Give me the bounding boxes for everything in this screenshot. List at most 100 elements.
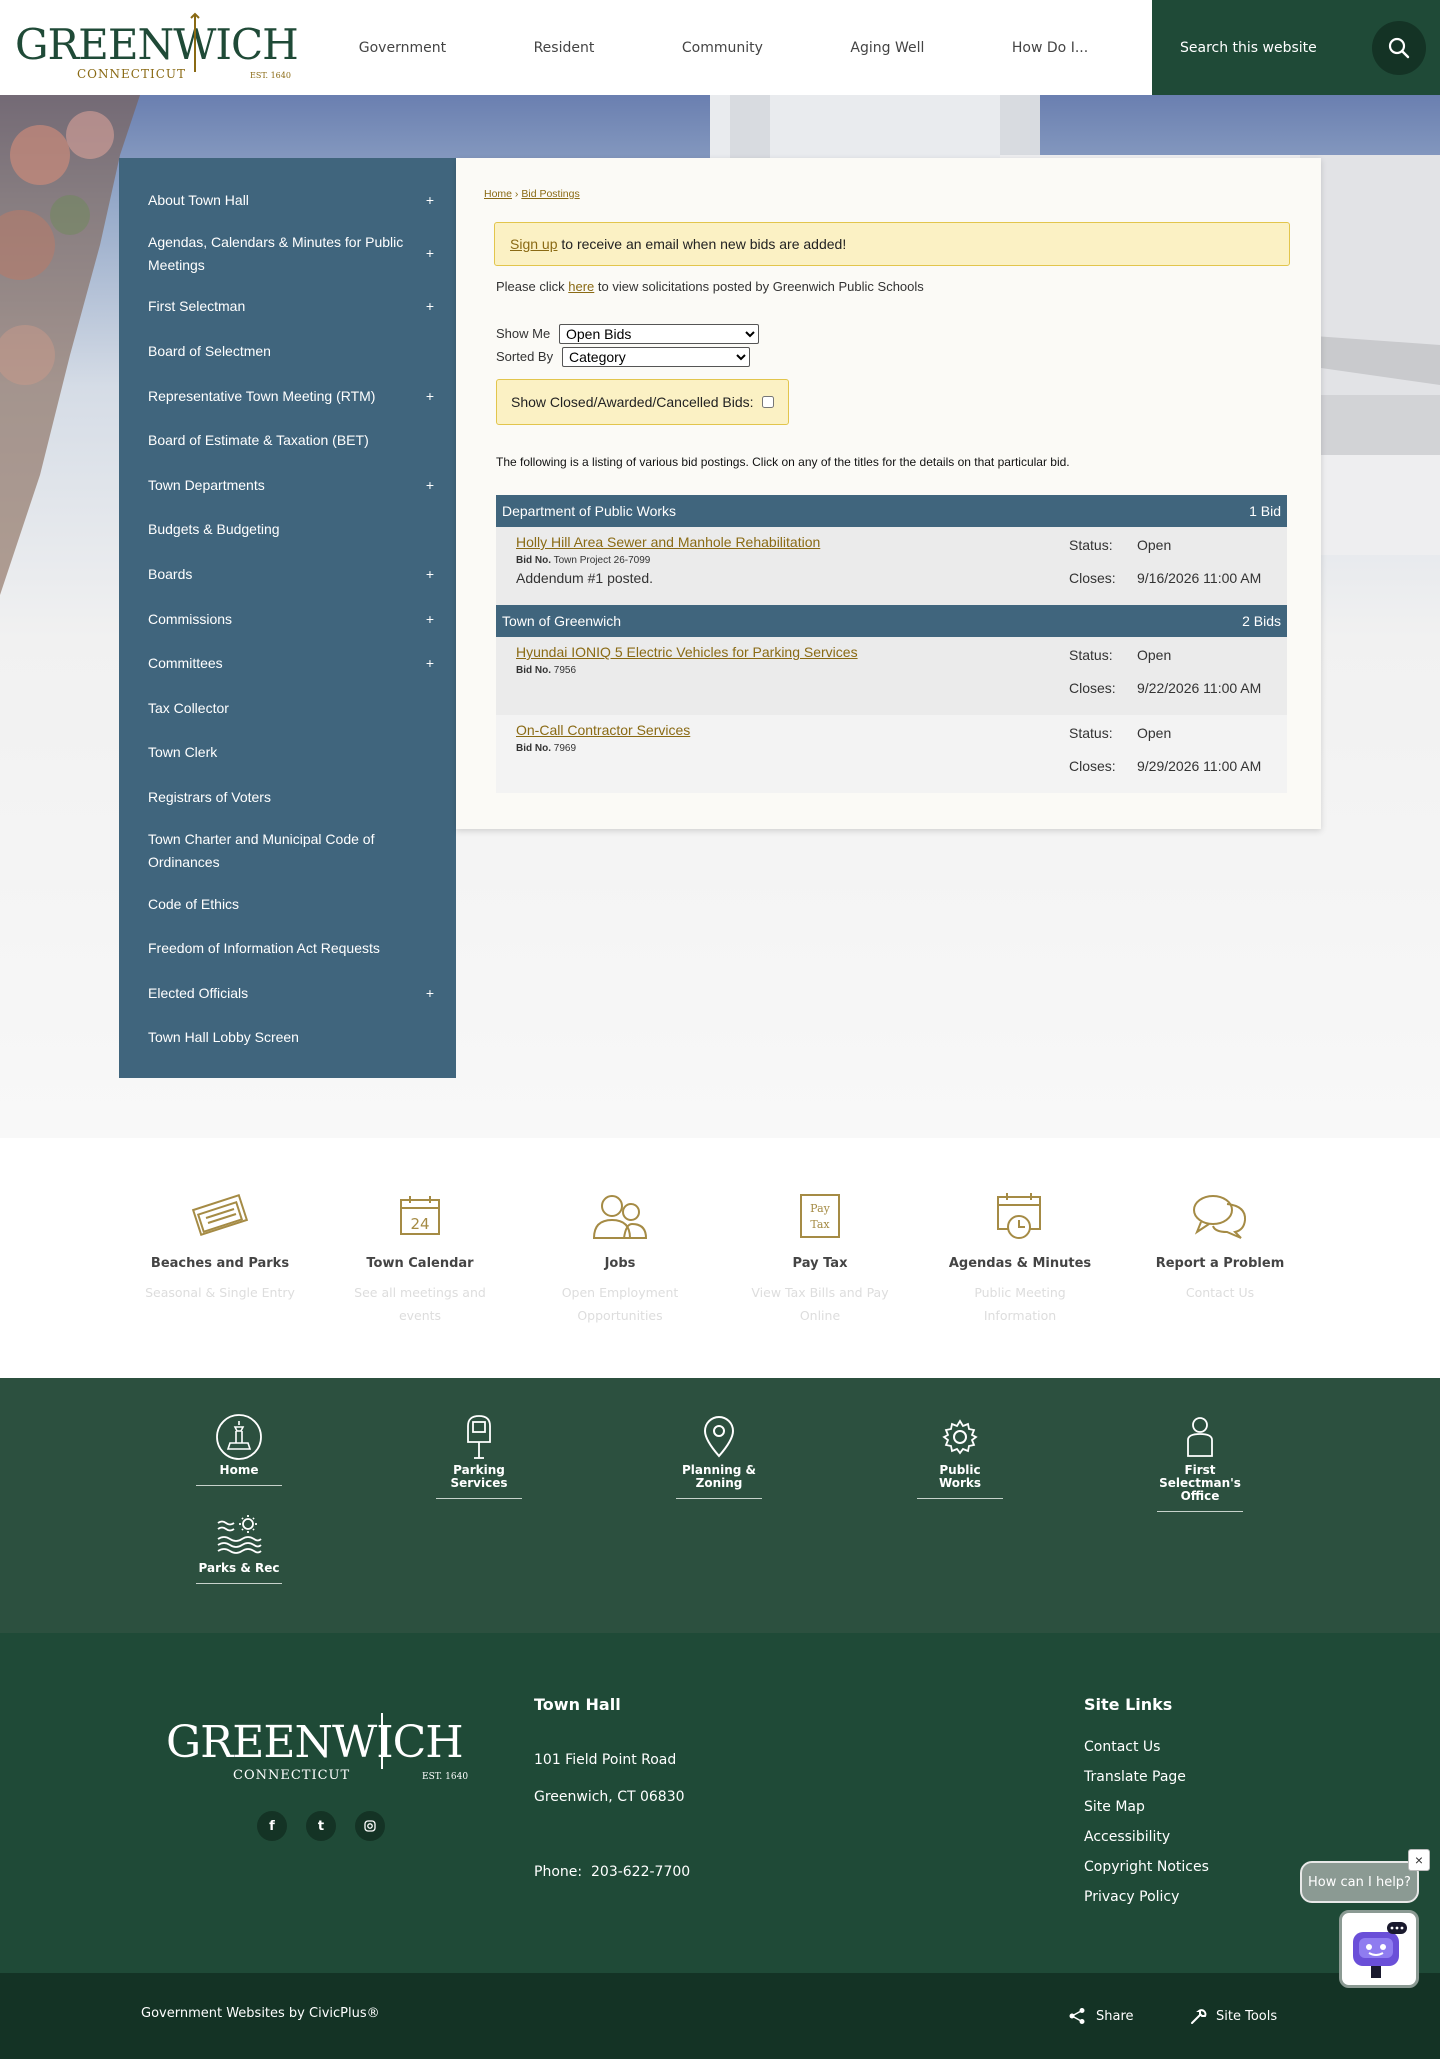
sidebar-item[interactable]: Commissions + [119,597,456,642]
facebook-icon[interactable]: f [257,1811,287,1841]
bid-details: On-Call Contractor Services Bid No. 7969 [516,722,1069,787]
breadcrumb-current[interactable]: Bid Postings [521,188,579,200]
signup-link[interactable]: Sign up [510,236,557,252]
sidebar-item[interactable]: Budgets & Budgeting [119,508,456,553]
footer-link-contact-us[interactable]: Contact Us [1084,1739,1160,1755]
sidebar-item-label: Freedom of Information Act Requests [148,940,380,957]
show-me-label: Show Me [496,326,551,341]
person-icon [1187,1417,1213,1457]
footer-link-accessibility[interactable]: Accessibility [1084,1829,1170,1845]
sorted-by-label: Sorted By [496,349,554,364]
sidebar-item[interactable]: Town Clerk [119,731,456,776]
town-hall-address2: Greenwich, CT 06830 [534,1789,685,1805]
sidebar-item[interactable]: Agendas, Calendars & Minutes for Public … [119,223,456,285]
expand-icon[interactable]: + [418,563,434,586]
status-value: Open [1137,647,1172,663]
expand-icon[interactable]: + [418,295,434,318]
sidebar-item[interactable]: Town Charter and Municipal Code of Ordin… [119,820,456,882]
quick-link-beaches[interactable]: Beaches and Parks Seasonal & Single Entr… [120,1186,320,1378]
expand-icon[interactable]: + [418,385,434,408]
schools-note: Please click here to view solicitations … [496,279,1291,294]
nav-resident[interactable]: Resident [534,40,595,56]
quick-link-report-problem[interactable]: Report a Problem Contact Us [1120,1186,1320,1378]
breadcrumb-separator: › [512,188,522,200]
sidebar-item[interactable]: Registrars of Voters [119,775,456,820]
bid-title-link[interactable]: Hyundai IONIQ 5 Electric Vehicles for Pa… [516,644,858,660]
bid-number: Bid No. Town Project 26-7099 [516,555,1069,566]
nav-aging-well[interactable]: Aging Well [850,40,924,56]
sidebar-item-label: First Selectman [148,298,246,315]
quick-link-agendas[interactable]: Agendas & Minutes Public Meeting Informa… [920,1186,1120,1378]
footer-logo[interactable]: GREENWICH CONNECTICUT EST. 1640 [166,1707,471,1791]
sidebar-item[interactable]: Town Departments + [119,463,456,508]
closes-value: 9/22/2026 11:00 AM [1137,679,1262,696]
expand-icon[interactable]: + [418,608,434,631]
site-tools-button[interactable]: Site Tools [1190,2007,1277,2025]
sidebar-item-label: Budgets & Budgeting [148,521,280,538]
chat-close-button[interactable]: × [1408,1849,1430,1871]
iconbar-parks-rec[interactable]: Parks & Rec [196,1510,282,1584]
search-button[interactable] [1372,20,1426,75]
show-closed-label: Show Closed/Awarded/Cancelled Bids: [511,394,754,410]
instagram-icon[interactable] [355,1811,385,1841]
greenwich-logo[interactable]: GREENWICH CONNECTICUT EST. 1640 [0,0,315,95]
bid-number: Bid No. 7969 [516,743,1069,754]
sidebar-item[interactable]: About Town Hall + [119,178,456,223]
phone-number[interactable]: 203-622-7700 [591,1864,690,1880]
twitter-icon[interactable]: t [306,1811,336,1841]
quick-link-pay-tax[interactable]: Pay Tax Pay Tax View Tax Bills and Pay O… [720,1186,920,1378]
sidebar-item[interactable]: Elected Officials + [119,971,456,1016]
footer-link-copyright[interactable]: Copyright Notices [1084,1859,1209,1875]
bid-number-label: Bid No. [516,555,551,566]
breadcrumb-home[interactable]: Home [484,188,512,200]
sidebar-item[interactable]: First Selectman + [119,285,456,330]
iconbar-home[interactable]: Home [196,1412,282,1486]
bid-title-link[interactable]: Holly Hill Area Sewer and Manhole Rehabi… [516,534,820,550]
chatbot-avatar[interactable] [1339,1910,1419,1988]
iconbar-planning[interactable]: Planning & Zoning [676,1412,762,1499]
share-button[interactable]: Share [1068,2007,1134,2025]
schools-link[interactable]: here [568,279,594,294]
sidebar-item[interactable]: Board of Estimate & Taxation (BET) [119,418,456,463]
sidebar-item[interactable]: Representative Town Meeting (RTM) + [119,374,456,419]
sidebar-item[interactable]: Committees + [119,641,456,686]
quick-link-desc: Contact Us [1185,1285,1255,1300]
search-input[interactable]: Search this website [1180,40,1317,56]
sidebar-item-label: Board of Selectmen [148,342,271,359]
iconbar-first-selectman[interactable]: First Selectman's Office [1157,1412,1243,1512]
iconbar-public-works[interactable]: Public Works [917,1412,1003,1499]
schools-note-before: Please click [496,279,569,294]
sidebar-item[interactable]: Code of Ethics [119,882,456,927]
nav-how-do-i[interactable]: How Do I... [1012,40,1088,56]
expand-icon[interactable]: + [418,474,434,497]
sidebar-item-label: Town Departments [148,476,265,493]
quick-link-calendar[interactable]: 24 Town Calendar See all meetings and ev… [320,1186,520,1378]
show-me-select[interactable]: Open Bids [559,323,759,344]
bid-title-link[interactable]: On-Call Contractor Services [516,722,690,738]
footer-link-site-map[interactable]: Site Map [1084,1799,1145,1815]
robot-icon [1353,1922,1407,1978]
sidebar-menu: About Town Hall + Agendas, Calendars & Min… [119,158,456,1079]
quick-link-jobs[interactable]: Jobs Open Employment Opportunities [520,1186,720,1378]
expand-icon[interactable]: + [418,982,434,1005]
footer-link-translate[interactable]: Translate Page [1084,1769,1186,1785]
show-closed-checkbox[interactable] [761,396,774,408]
sorted-by-select[interactable]: Category [562,346,750,367]
footer-link-privacy[interactable]: Privacy Policy [1084,1889,1179,1905]
bid-number-value: 7956 [553,665,577,676]
nav-government[interactable]: Government [359,40,446,56]
signup-text: to receive an email when new bids are ad… [557,236,847,252]
sidebar-item[interactable]: Board of Selectmen [119,329,456,374]
nav-community[interactable]: Community [682,40,763,56]
iconbar-parking[interactable]: Parking Services [436,1412,522,1499]
sidebar-item[interactable]: Boards + [119,552,456,597]
civicplus-credit[interactable]: Government Websites by CivicPlus® [141,2006,380,2021]
sidebar-item[interactable]: Tax Collector [119,686,456,731]
expand-icon[interactable]: + [418,652,434,675]
chat-prompt-bubble[interactable]: How can I help? [1300,1861,1419,1903]
sidebar-item[interactable]: Town Hall Lobby Screen [119,1016,456,1061]
bid-postings-content: Home › Bid Postings Sign up to receive a… [456,158,1321,829]
expand-icon[interactable]: + [418,189,434,212]
sidebar-item[interactable]: Freedom of Information Act Requests [119,926,456,971]
expand-icon[interactable]: + [418,242,434,265]
